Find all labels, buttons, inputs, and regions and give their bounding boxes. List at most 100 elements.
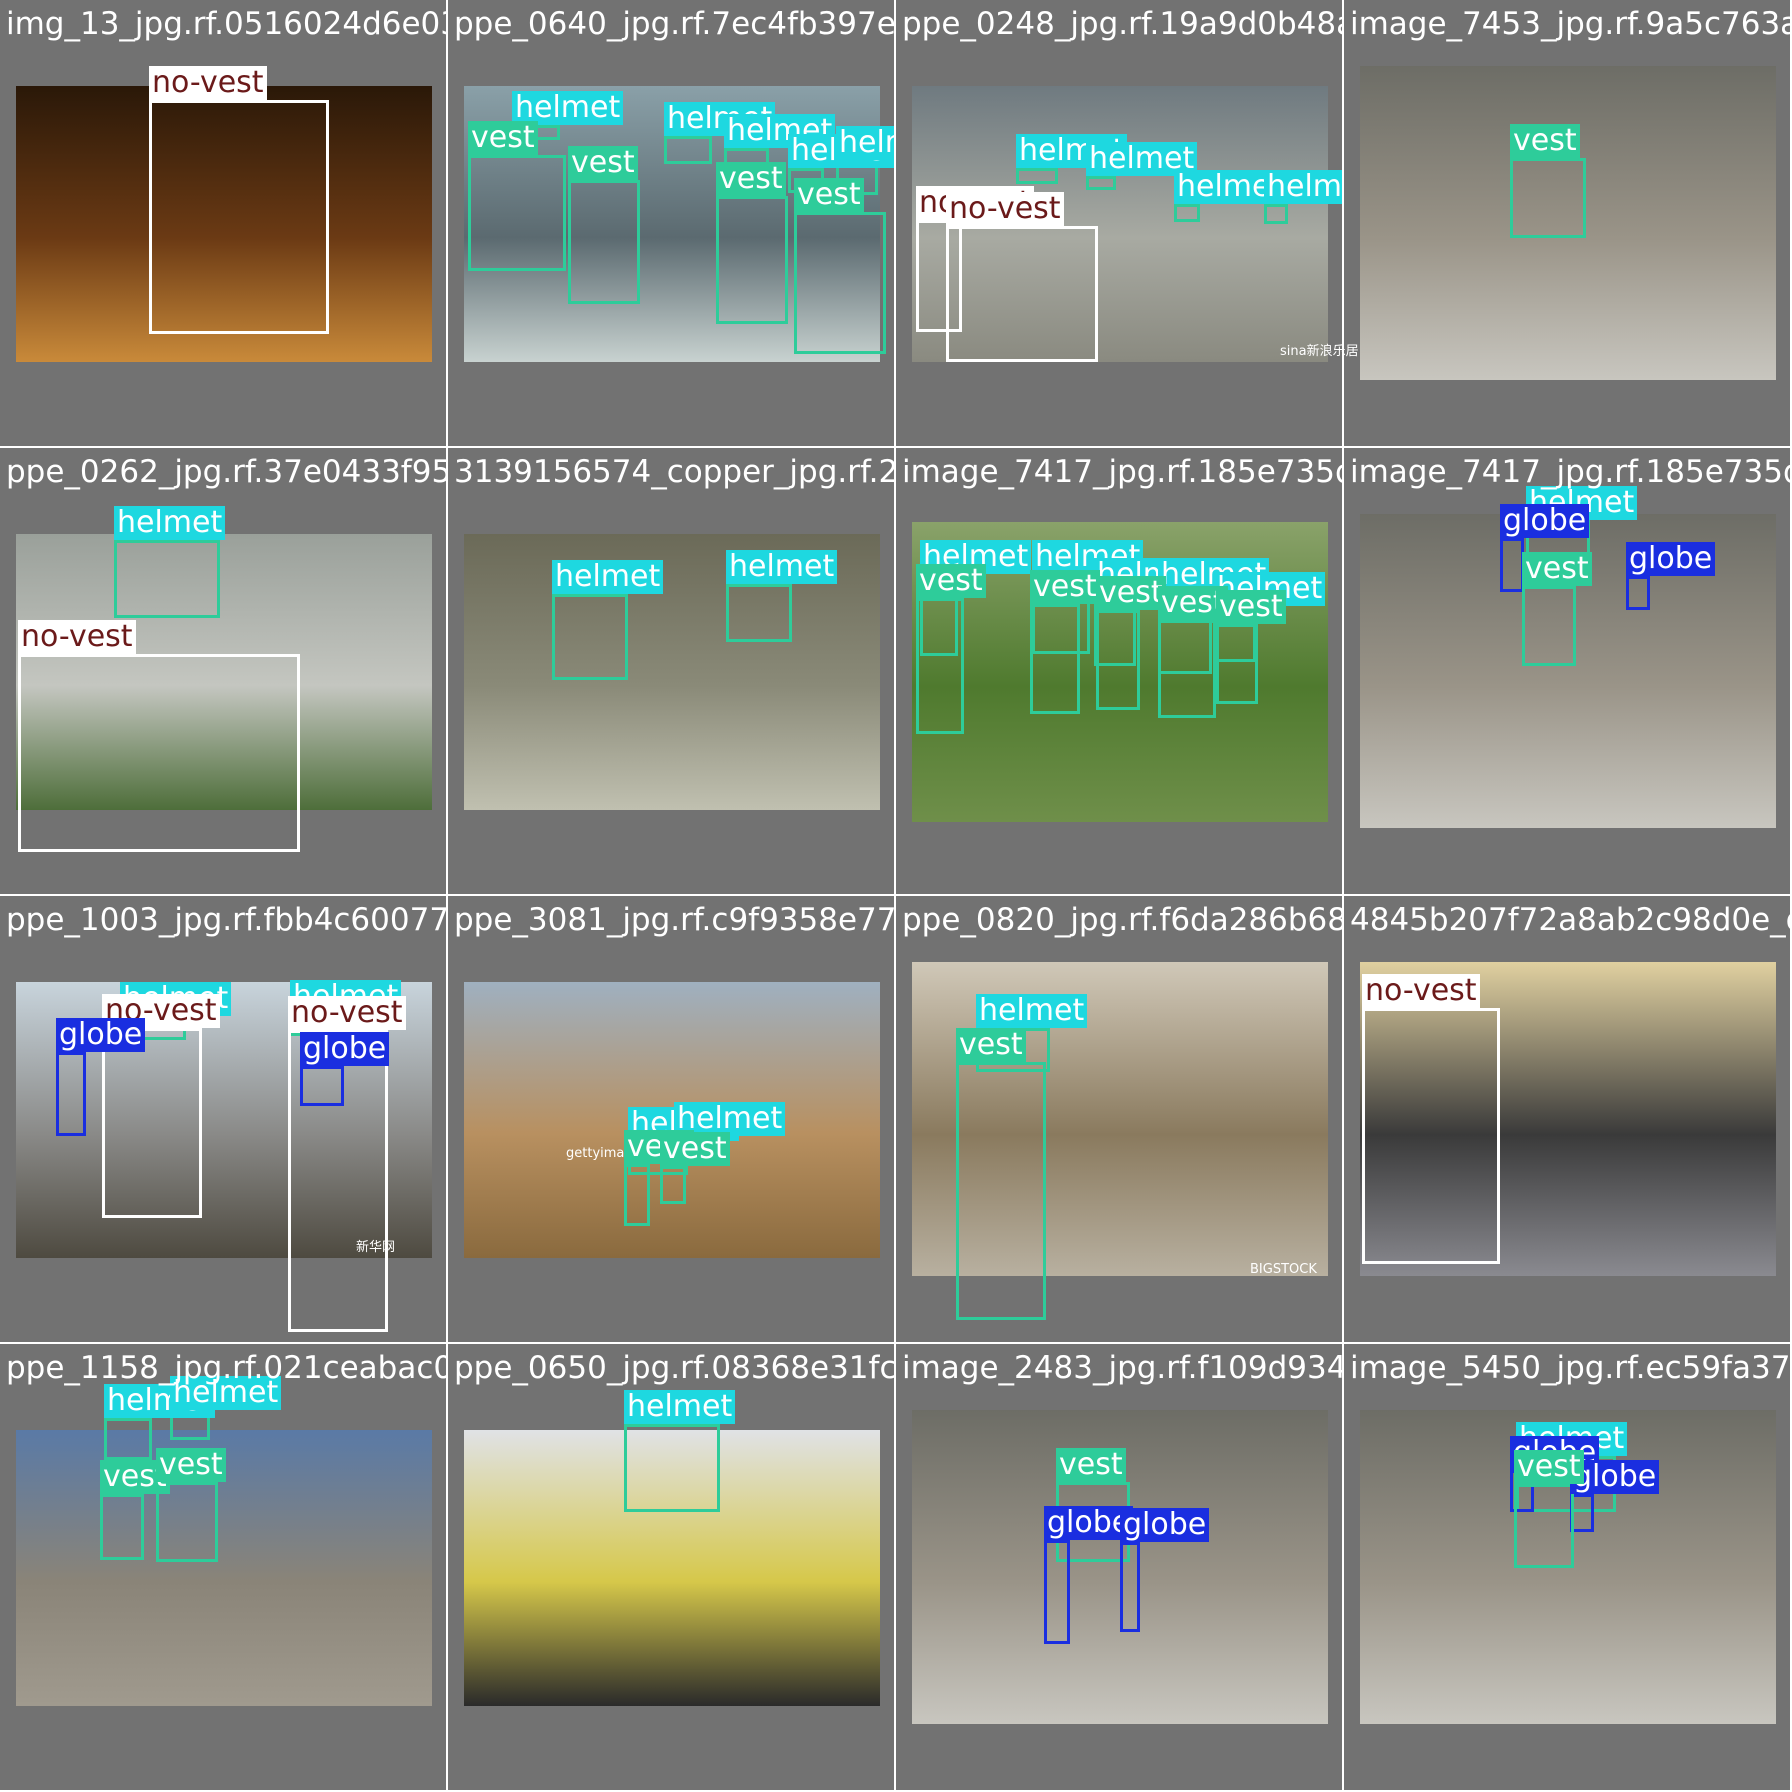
detection-label-vest: vest: [716, 162, 786, 196]
detection-label-globe: globe: [1120, 1508, 1210, 1542]
tile-filename: 4845b207f72a8ab2c98d0e_o_: [1350, 902, 1790, 938]
detection-box-vest: [1096, 610, 1140, 710]
detection-box-no-vest: [102, 1028, 202, 1218]
detection-label-helmet: helmet: [624, 1390, 736, 1424]
detection-box-helmet: [114, 540, 220, 618]
detection-box-vest: [1522, 586, 1576, 666]
tile-filename: 3139156574_copper_jpg.rf.29a9d4d884adfbe…: [454, 454, 894, 490]
watermark-text: BIGSTOCK: [1250, 1262, 1317, 1277]
detection-label-vest: vest: [468, 121, 538, 155]
detection-box-vest: [794, 212, 886, 354]
tile-filename: image_2483_jpg.rf.f109d93462843154150.jp…: [902, 1350, 1342, 1386]
detection-label-no-vest: no-vest: [18, 620, 136, 654]
tile-filename: ppe_0262_jpg.rf.37e0433f95dbb9165b37d6e2: [6, 454, 446, 490]
detection-box-vest: [468, 155, 566, 271]
detection-label-vest: vest: [1096, 576, 1166, 610]
tile-filename: img_13_jpg.rf.0516024d6e03afcef765405e42…: [6, 6, 446, 42]
detection-label-vest: vest: [568, 146, 638, 180]
detection-label-vest: vest: [1056, 1448, 1126, 1482]
detection-box-helmet: [1264, 204, 1288, 224]
tile-filename: ppe_3081_jpg.rf.c9f9358e774ed70820e7039d…: [454, 902, 894, 938]
image-tile[interactable]: 3139156574_copper_jpg.rf.29a9d4d884adfbe…: [448, 448, 894, 894]
detection-box-vest: [1514, 1484, 1574, 1568]
image-tile[interactable]: image_2483_jpg.rf.f109d93462843154150.jp…: [896, 1344, 1342, 1790]
image-tile[interactable]: ppe_1158_jpg.rf.021ceabac0b02b40bc6fb083…: [0, 1344, 446, 1790]
detection-box-no-vest: [18, 654, 300, 852]
image-tile[interactable]: image_7417_jpg.rf.185e735d1 helmet globe gl…: [1344, 448, 1790, 894]
detection-box-globe: [300, 1066, 344, 1106]
detection-label-helmet: helmet: [836, 126, 894, 160]
detection-label-globe: globe: [1500, 504, 1590, 538]
detection-label-vest: vest: [1030, 570, 1100, 604]
image-tile[interactable]: image_7453_jpg.rf.9a5c763a8vest: [1344, 0, 1790, 446]
detection-box-helmet: [664, 136, 712, 164]
detection-label-vest: vest: [1514, 1450, 1584, 1484]
detection-label-vest: vest: [1216, 590, 1286, 624]
tile-filename: ppe_0820_jpg.rf.f6da286b68a2845b207f72a8…: [902, 902, 1342, 938]
image-tile[interactable]: image_7417_jpg.rf.185e735d1 helmet helmet h…: [896, 448, 1342, 894]
detection-label-no-vest: no-vest: [1362, 974, 1480, 1008]
tile-filename: ppe_0650_jpg.rf.08368e31fc5f59image_2483…: [454, 1350, 894, 1386]
detection-box-globe: [1500, 538, 1524, 592]
tile-filename: ppe_1003_jpg.rf.fbb4c60077e2e2308142ab5f…: [6, 902, 446, 938]
detection-box-no-vest: [1362, 1008, 1500, 1264]
image-tile[interactable]: image_5450_jpg.rf.ec59fa370helmetglobegl…: [1344, 1344, 1790, 1790]
prediction-mosaic: img_13_jpg.rf.0516024d6e03afcef765405e42…: [0, 0, 1792, 1792]
detection-box-vest: [956, 1062, 1046, 1320]
detection-label-helmet: helmet: [976, 994, 1088, 1028]
detection-box-globe: [1044, 1540, 1070, 1644]
detection-label-globe: globe: [56, 1018, 146, 1052]
detection-box-helmet: [1086, 176, 1116, 190]
tile-filename: ppe_0640_jpg.rf.7ec4fb397e0be2e8253aa719…: [454, 6, 894, 42]
detection-box-vest: [624, 1164, 650, 1226]
detection-box-vest: [1216, 624, 1258, 704]
detection-label-no-vest: no-vest: [288, 996, 406, 1030]
image-tile[interactable]: ppe_0262_jpg.rf.37e0433f95dbb9165b37d6e2…: [0, 448, 446, 894]
detection-label-helmet: helmet: [1264, 170, 1342, 204]
detection-box-helmet: [1016, 168, 1058, 184]
detection-box-vest: [716, 196, 788, 324]
detection-label-vest: vest: [660, 1132, 730, 1166]
tile-filename: image_7417_jpg.rf.185e735d1: [1350, 454, 1790, 490]
detection-label-globe: globe: [1626, 542, 1716, 576]
detection-label-vest: vest: [156, 1448, 226, 1482]
image-tile[interactable]: 4845b207f72a8ab2c98d0e_o_ no-vest: [1344, 896, 1790, 1342]
image-tile[interactable]: img_13_jpg.rf.0516024d6e03afcef765405e42…: [0, 0, 446, 446]
detection-box-no-vest: [946, 226, 1098, 362]
detection-box-vest: [1030, 604, 1080, 714]
detection-box-vest: [660, 1166, 686, 1204]
detection-box-vest: [156, 1482, 218, 1562]
detection-box-helmet: [552, 594, 628, 680]
tile-filename: image_5450_jpg.rf.ec59fa370: [1350, 1350, 1790, 1386]
detection-box-globe: [1626, 576, 1650, 610]
image-tile[interactable]: ppe_1003_jpg.rf.fbb4c60077e2e2308142ab5f…: [0, 896, 446, 1342]
tile-filename: image_7417_jpg.rf.185e735d1: [902, 454, 1342, 490]
detection-box-no-vest: [149, 100, 329, 334]
detection-label-no-vest: no-vest: [946, 192, 1064, 226]
detection-box-helmet: [1174, 204, 1200, 222]
detection-label-vest: vest: [956, 1028, 1026, 1062]
detection-box-vest: [100, 1494, 144, 1560]
detection-label-helmet: helmet: [114, 506, 226, 540]
image-tile[interactable]: ppe_3081_jpg.rf.c9f9358e774ed70820e7039d…: [448, 896, 894, 1342]
detection-label-helmet: helmet: [726, 550, 838, 584]
detection-label-vest: vest: [1510, 124, 1580, 158]
detection-box-vest: [1158, 620, 1216, 718]
tile-filename: ppe_0248_jpg.rf.19a9d0b48aae175de0745d9a…: [902, 6, 1342, 42]
detection-box-vest: [568, 180, 640, 304]
detection-label-globe: globe: [300, 1032, 390, 1066]
image-tile[interactable]: ppe_0248_jpg.rf.19a9d0b48aae175de0745d9a…: [896, 0, 1342, 446]
detection-box-globe: [56, 1052, 86, 1136]
detection-box-vest: [1510, 158, 1586, 238]
detection-label-helmet: helmet: [552, 560, 664, 594]
image-tile[interactable]: ppe_0640_jpg.rf.7ec4fb397e0be2e8253aa719…: [448, 0, 894, 446]
detection-box-helmet: [104, 1418, 152, 1460]
detection-box-vest: [916, 598, 964, 734]
detection-label-no-vest: no-vest: [149, 66, 267, 100]
detection-box-helmet: [726, 584, 792, 642]
image-tile[interactable]: ppe_0650_jpg.rf.08368e31fc5f59image_2483…: [448, 1344, 894, 1790]
detection-label-vest: vest: [794, 178, 864, 212]
detection-label-vest: vest: [916, 564, 986, 598]
tile-filename: image_7453_jpg.rf.9a5c763a8: [1350, 6, 1790, 42]
watermark-text: sina新浪乐居: [1280, 344, 1359, 359]
